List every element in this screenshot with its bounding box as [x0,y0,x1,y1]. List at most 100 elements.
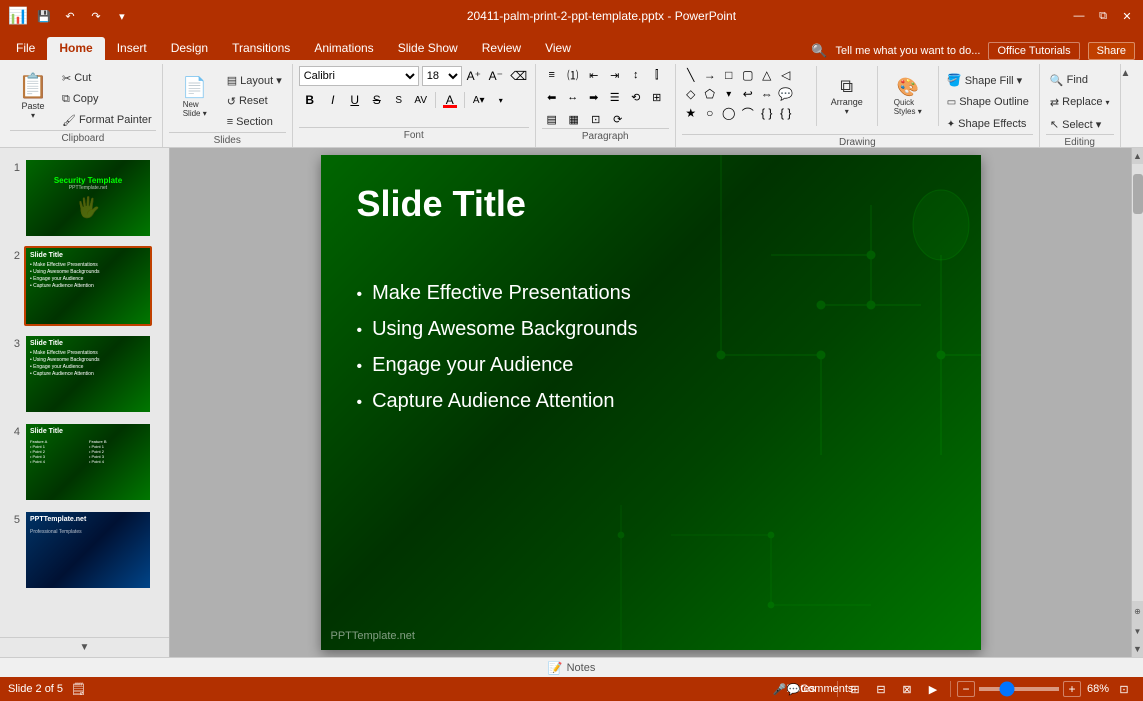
redo-qat-button[interactable]: ↷ [86,6,106,26]
zoom-out-button[interactable]: − [957,681,975,697]
rtriangle-shape[interactable]: ◁ [777,66,795,84]
font-size-select[interactable]: 18 [422,66,462,86]
slide-scroll-down[interactable]: ▼ [0,637,169,657]
oval-shape[interactable]: ◯ [720,104,738,122]
font-color-button[interactable]: A [440,90,460,110]
bold-button[interactable]: B [299,90,321,110]
align-left-button[interactable]: ⬅ [542,88,562,106]
close-button[interactable]: ✕ [1119,8,1135,24]
tab-insert[interactable]: Insert [105,37,159,60]
zoom-slider[interactable] [979,687,1059,691]
font-dropdown-button[interactable]: ▾ [491,90,511,110]
decrease-indent-button[interactable]: ⇤ [584,66,604,84]
quick-styles-button[interactable]: 🎨 QuickStyles ▾ [882,66,934,126]
tab-view[interactable]: View [533,37,583,60]
shape-fill-button[interactable]: 🪣 Shape Fill ▾ [943,70,1033,90]
minimize-button[interactable]: — [1071,8,1087,24]
select-button[interactable]: ↖ Select ▾ [1046,114,1105,134]
strikethrough-button[interactable]: S [367,90,387,110]
slide-sorter-button[interactable]: ⊟ [870,680,892,698]
triangle-shape[interactable]: △ [758,66,776,84]
expand-button[interactable]: ⊕ [1134,601,1141,621]
replace-button[interactable]: ⇄ Replace ▾ [1046,92,1114,112]
tab-design[interactable]: Design [159,37,220,60]
diamond-shape[interactable]: ◇ [682,85,700,103]
format-painter-button[interactable]: 🖌 Format Painter [58,110,156,130]
clear-format-button[interactable]: ⌫ [509,66,529,86]
font-name-select[interactable]: Calibri [299,66,419,86]
rect-shape[interactable]: □ [720,66,738,84]
font-grow-button[interactable]: A⁺ [464,66,484,86]
slide-item-2[interactable]: 2 Slide Title • Make Effective Presentat… [4,244,165,328]
shadow-button[interactable]: S [389,90,409,110]
text-direction-button[interactable]: A▾ [469,90,489,110]
office-tutorials-button[interactable]: Office Tutorials [988,42,1079,60]
tell-me-input[interactable]: Tell me what you want to do... [836,45,981,57]
next-slide-button[interactable]: ▼ [1134,621,1142,641]
rounded-rect-shape[interactable]: ▢ [739,66,757,84]
arrow-shape[interactable]: → [701,66,719,84]
reading-view-button[interactable]: ⊠ [896,680,918,698]
slide-thumb-5[interactable]: PPTTemplate.net Professional Templates [24,510,152,590]
star-shape[interactable]: ★ [682,104,700,122]
slide-thumb-3[interactable]: Slide Title • Make Effective Presentatio… [24,334,152,414]
increase-indent-button[interactable]: ⇥ [605,66,625,84]
tab-transitions[interactable]: Transitions [220,37,302,60]
char-spacing-button[interactable]: AV [411,90,431,110]
curved-arrow[interactable]: ↩ [739,85,757,103]
save-qat-button[interactable]: 💾 [34,6,54,26]
arrange-button[interactable]: ⧉ Arrange ▾ [821,66,873,126]
paste-button[interactable]: 📋 Paste ▾ [10,66,56,126]
share-button[interactable]: Share [1088,42,1135,60]
fit-slide-button[interactable]: ⊡ [1113,680,1135,698]
numbered-list-button[interactable]: ⑴ [563,66,583,84]
slide-item-4[interactable]: 4 Slide Title Feature A• Point 1• Point … [4,420,165,504]
arc-shape[interactable]: ⌒ [739,104,757,122]
more-shapes[interactable]: ▾ [720,85,738,103]
align-center-button[interactable]: ↔ [563,88,583,106]
ribbon-collapse-button[interactable]: ▲ [1121,64,1137,147]
customize-qat-button[interactable]: ▾ [112,6,132,26]
circle-shape[interactable]: ○ [701,104,719,122]
line-shape[interactable]: ╲ [682,66,700,84]
bullet-list-button[interactable]: ≡ [542,66,562,84]
slide-thumb-1[interactable]: Security Template PPTTemplate.net 🖐 [24,158,152,238]
slide-thumb-4[interactable]: Slide Title Feature A• Point 1• Point 2•… [24,422,152,502]
content-size-btn[interactable]: ⊡ [586,110,606,128]
restore-button[interactable]: ⧉ [1095,8,1111,24]
layout-button[interactable]: ▤ Layout ▾ [223,70,286,90]
underline-button[interactable]: U [345,90,365,110]
reset-button[interactable]: ↺ Reset [223,91,286,111]
italic-button[interactable]: I [323,90,343,110]
line-spacing-button[interactable]: ↕ [626,66,646,84]
bracket-shape[interactable]: { } [758,104,776,122]
tab-animations[interactable]: Animations [302,37,385,60]
pentagon-shape[interactable]: ⬠ [701,85,719,103]
slide-item-1[interactable]: 1 Security Template PPTTemplate.net 🖐 [4,156,165,240]
presenter-view-button[interactable]: ▶ [922,680,944,698]
text-direction-para-button[interactable]: ⟲ [626,88,646,106]
search-icon[interactable]: 🔍 [811,43,827,59]
double-arrow[interactable]: ⇔ [758,85,776,103]
shape-effects-button[interactable]: ✦ Shape Effects [943,114,1033,134]
slide-title[interactable]: Slide Title [357,183,526,225]
align-right-button[interactable]: ➡ [584,88,604,106]
columns-button[interactable]: ⫿ [647,66,667,84]
slide-thumb-2[interactable]: Slide Title • Make Effective Presentatio… [24,246,152,326]
section-layout-btn[interactable]: ▦ [564,110,584,128]
slide-item-5[interactable]: 5 PPTTemplate.net Professional Templates [4,508,165,592]
convert-btn[interactable]: ⟳ [608,110,628,128]
normal-view-button[interactable]: ⊞ [844,680,866,698]
justify-button[interactable]: ☰ [605,88,625,106]
find-button[interactable]: 🔍 Find [1046,70,1092,90]
copy-button[interactable]: ⧉ Copy [58,89,156,109]
undo-qat-button[interactable]: ↶ [60,6,80,26]
main-slide[interactable]: Slide Title • Make Effective Presentatio… [321,155,981,650]
notes-bar[interactable]: 📝 Notes [0,657,1143,677]
paste-dropdown-arrow[interactable]: ▾ [31,111,35,120]
section-button[interactable]: ≡ Section [223,112,286,132]
scroll-up-button[interactable]: ▲ [1132,148,1143,164]
scroll-down-button[interactable]: ▼ [1132,641,1143,657]
brace-shape[interactable]: { } [777,104,795,122]
comments-button[interactable]: 💬 Comments [809,680,831,698]
